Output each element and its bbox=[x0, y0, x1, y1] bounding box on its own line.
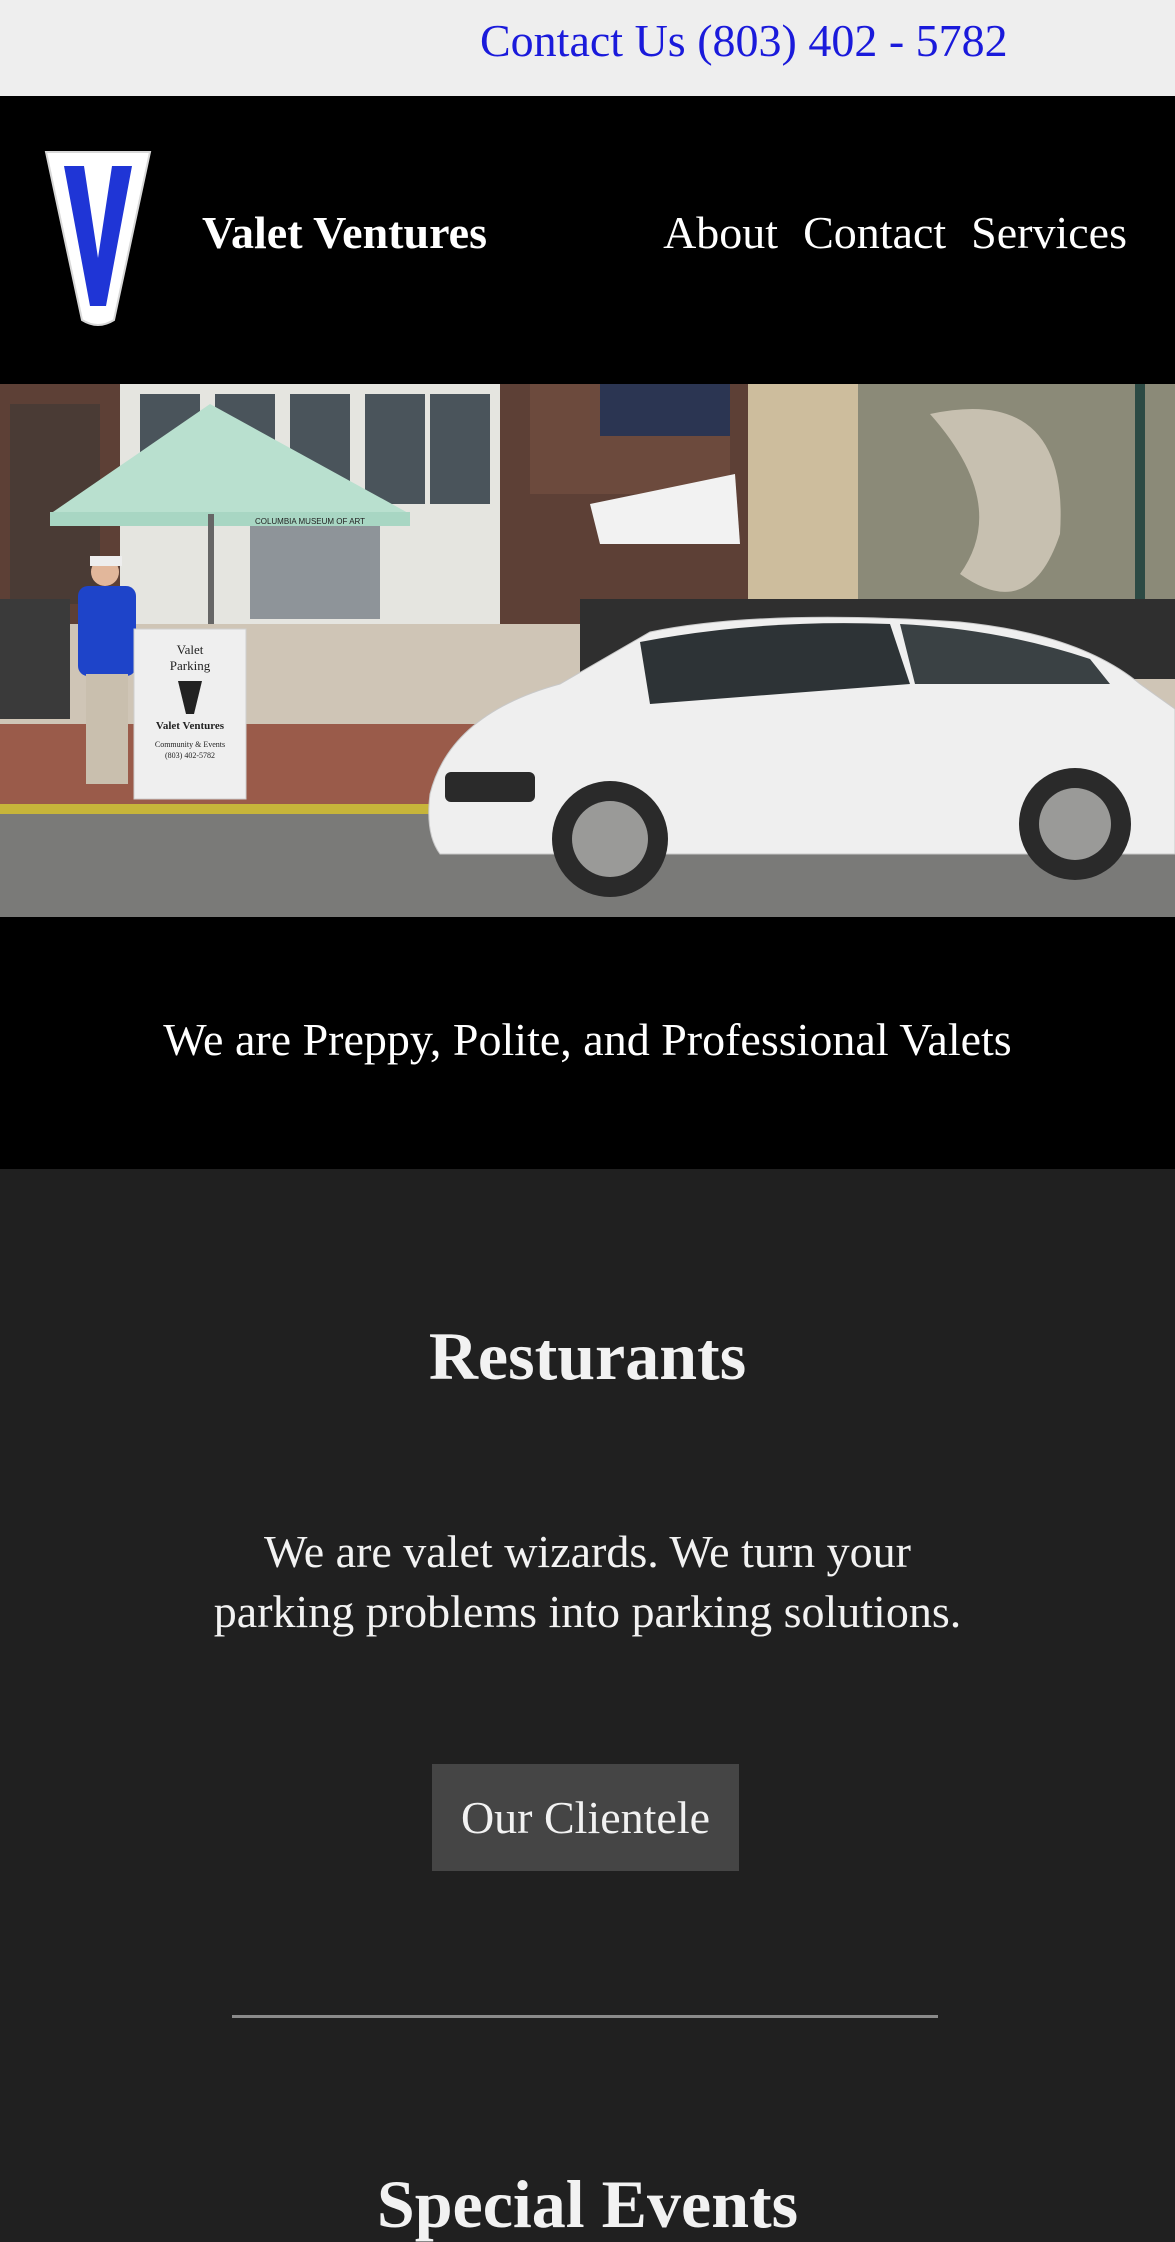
section-divider bbox=[232, 2015, 938, 2018]
sign-caption: Community & Events bbox=[155, 740, 225, 749]
restaurants-text-line-1: We are valet wizards. We turn your bbox=[264, 1526, 911, 1577]
sign-phone: (803) 402-5782 bbox=[165, 751, 215, 760]
sign-line-1: Valet bbox=[177, 642, 204, 657]
restaurants-text-line-2: parking problems into parking solutions. bbox=[213, 1586, 962, 1637]
building-sign: COLUMBIA MUSEUM OF ART bbox=[255, 517, 365, 526]
contact-phone-link[interactable]: Contact Us (803) 402 - 5782 bbox=[480, 18, 1008, 64]
hero-photo-valet-and-car: Valet Parking Valet Ventures Community &… bbox=[0, 384, 1175, 917]
nav-about[interactable]: About bbox=[663, 210, 778, 256]
section-title-special-events: Special Events bbox=[376, 2166, 799, 2242]
nav-contact[interactable]: Contact bbox=[803, 210, 946, 256]
nav-services[interactable]: Services bbox=[971, 210, 1127, 256]
main-nav: About Contact Services bbox=[663, 210, 1127, 256]
sign-line-2: Parking bbox=[170, 658, 211, 673]
section-title-restaurants: Resturants bbox=[428, 1318, 747, 1394]
tagline-band: We are Preppy, Polite, and Professional … bbox=[0, 917, 1175, 1169]
top-contact-bar: Contact Us (803) 402 - 5782 bbox=[0, 0, 1175, 96]
site-header: Valet Ventures About Contact Services bbox=[0, 96, 1175, 384]
our-clientele-button[interactable]: Our Clientele bbox=[432, 1764, 739, 1871]
tagline: We are Preppy, Polite, and Professional … bbox=[163, 1014, 1012, 1065]
sign-brand: Valet Ventures bbox=[156, 720, 225, 732]
brand-name[interactable]: Valet Ventures bbox=[202, 210, 487, 256]
hero-image: Valet Parking Valet Ventures Community &… bbox=[0, 384, 1175, 917]
valet-ventures-logo-icon[interactable] bbox=[42, 146, 154, 328]
